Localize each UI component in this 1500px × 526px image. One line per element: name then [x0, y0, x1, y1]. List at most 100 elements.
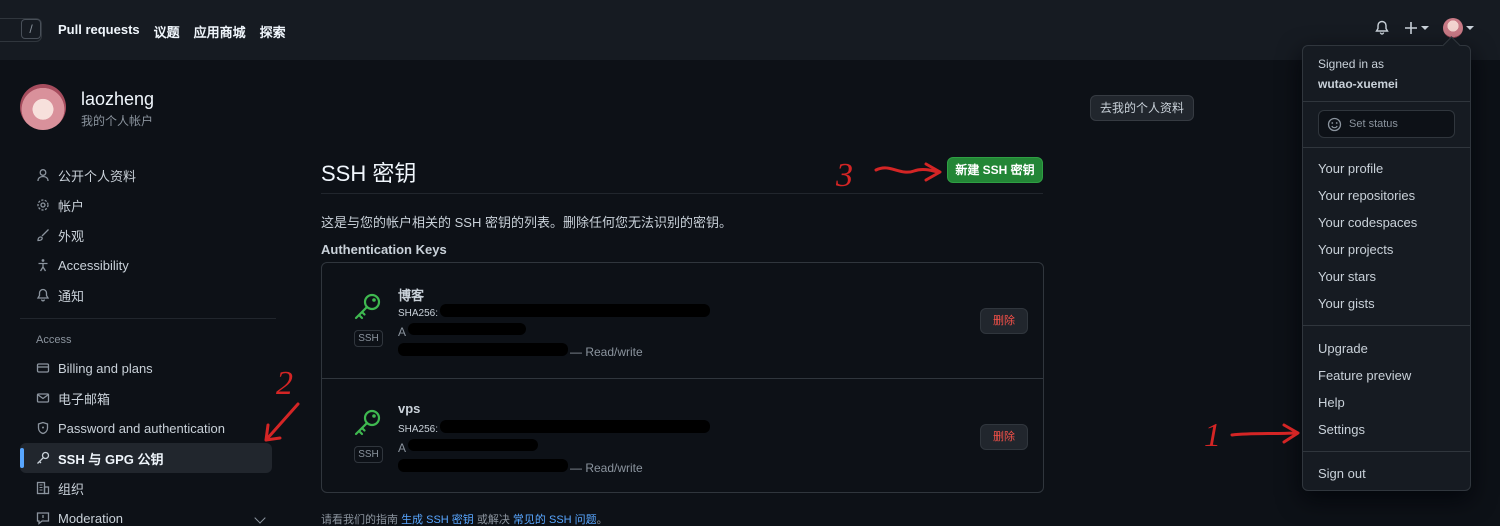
key-added-date: A — [398, 325, 407, 339]
annotation-number-2: 2 — [276, 365, 293, 402]
signed-in-username: wutao-xuemei — [1318, 77, 1399, 91]
key-icon — [37, 451, 50, 464]
smiley-icon — [1327, 117, 1342, 132]
avatar — [1443, 18, 1463, 38]
key-title: vps — [398, 401, 421, 416]
profile-name: laozheng — [81, 89, 155, 109]
redaction — [408, 323, 526, 335]
title-divider — [321, 193, 1043, 194]
profile-avatar — [20, 84, 66, 130]
redaction — [408, 439, 538, 451]
key-access: — Read/write — [570, 345, 643, 359]
person-icon — [37, 169, 49, 182]
credit-card-icon — [36, 363, 50, 373]
settings-sidebar: 公开个人资料 帐户 外观 Accessibility 通知 Access Bil… — [20, 160, 276, 526]
sidebar-item-label: Moderation — [58, 510, 124, 526]
ssh-label: SSH — [354, 330, 383, 347]
sidebar-item-organizations[interactable]: 组织 — [20, 473, 272, 503]
ssh-troubleshooting-link[interactable]: 常见的 SSH 问题 — [513, 514, 597, 526]
section-heading: Authentication Keys — [321, 242, 447, 257]
nav-issues[interactable]: 议题 — [154, 22, 180, 41]
report-icon — [36, 512, 50, 525]
sidebar-item-label: 帐户 — [58, 198, 85, 214]
redaction — [398, 459, 568, 472]
sidebar-item-label: Accessibility — [58, 257, 129, 273]
sidebar-item-notifications[interactable]: 通知 — [20, 280, 272, 310]
guide-prefix: 请看我们的指南 — [321, 514, 402, 526]
key-fingerprint: SHA256: — [398, 308, 439, 319]
menu-settings[interactable]: Settings — [1318, 422, 1365, 437]
sidebar-item-account[interactable]: 帐户 — [20, 190, 272, 220]
profile-subtitle: 我的个人帐户 — [81, 114, 154, 128]
nav-explore[interactable]: 探索 — [260, 22, 286, 41]
key-access: — Read/write — [570, 461, 643, 475]
menu-your-gists[interactable]: Your gists — [1318, 296, 1375, 311]
key-title: 博客 — [398, 288, 425, 303]
menu-your-projects[interactable]: Your projects — [1318, 242, 1393, 257]
menu-divider — [1303, 147, 1470, 148]
menu-divider — [1303, 325, 1470, 326]
sidebar-divider — [20, 318, 276, 319]
sidebar-item-moderation[interactable]: Moderation — [20, 503, 272, 526]
delete-key-button[interactable]: 删除 — [980, 308, 1028, 334]
new-ssh-key-button[interactable]: 新建 SSH 密钥 — [947, 157, 1043, 183]
slash-shortcut-key: / — [21, 19, 41, 39]
menu-divider — [1303, 101, 1470, 102]
annotation-arrow-1 — [1230, 423, 1300, 444]
key-added-date: A — [398, 441, 407, 455]
menu-divider — [1303, 451, 1470, 452]
sidebar-item-label: SSH 与 GPG 公钥 — [58, 451, 164, 467]
key-icon — [354, 409, 381, 436]
create-new-menu[interactable] — [1404, 21, 1429, 35]
chevron-down-icon — [1466, 26, 1474, 30]
accessibility-icon — [38, 259, 48, 272]
key-fingerprint: SHA256: — [398, 424, 439, 435]
sidebar-item-password-authentication[interactable]: Password and authentication — [20, 413, 272, 443]
list-item: SSH 博客 SHA256: A — Read/write 删除 — [322, 263, 1043, 378]
menu-your-profile[interactable]: Your profile — [1318, 161, 1383, 176]
ssh-label: SSH — [354, 446, 383, 463]
sidebar-item-label: 电子邮箱 — [58, 391, 111, 407]
signed-in-label: Signed in as — [1318, 57, 1385, 71]
user-menu-toggle[interactable] — [1443, 18, 1474, 38]
go-to-profile-button[interactable]: 去我的个人资料 — [1090, 95, 1194, 121]
page-title: SSH 密钥 — [321, 161, 417, 186]
sidebar-item-accessibility[interactable]: Accessibility — [20, 250, 272, 280]
menu-help[interactable]: Help — [1318, 395, 1345, 410]
delete-key-button[interactable]: 删除 — [980, 424, 1028, 450]
sidebar-item-label: Password and authentication — [58, 420, 225, 436]
notification-bell-icon[interactable] — [1374, 20, 1390, 36]
menu-your-codespaces[interactable]: Your codespaces — [1318, 215, 1417, 230]
menu-your-repositories[interactable]: Your repositories — [1318, 188, 1415, 203]
redaction — [398, 343, 568, 356]
top-header: / Pull requests 议题 应用商城 探索 — [0, 0, 1500, 60]
menu-feature-preview[interactable]: Feature preview — [1318, 368, 1411, 383]
redaction — [440, 304, 710, 317]
sidebar-item-label: 组织 — [58, 481, 85, 497]
guide-middle: 或解决 — [473, 514, 513, 526]
menu-sign-out[interactable]: Sign out — [1318, 466, 1366, 481]
gear-icon — [37, 199, 49, 211]
nav-marketplace[interactable]: 应用商城 — [194, 22, 246, 41]
bell-icon — [36, 288, 50, 302]
annotation-number-1: 1 — [1204, 417, 1221, 454]
sidebar-item-billing[interactable]: Billing and plans — [20, 353, 272, 383]
key-icon — [354, 293, 381, 320]
sidebar-item-ssh-gpg-keys[interactable]: SSH 与 GPG 公钥 — [20, 443, 272, 473]
generate-ssh-key-link[interactable]: 生成 SSH 密钥 — [401, 514, 474, 526]
sidebar-item-appearance[interactable]: 外观 — [20, 220, 272, 250]
header-actions — [1374, 18, 1474, 38]
sidebar-item-public-profile[interactable]: 公开个人资料 — [20, 160, 272, 190]
list-item: SSH vps SHA256: A — Read/write 删除 — [322, 378, 1043, 493]
menu-upgrade[interactable]: Upgrade — [1318, 341, 1368, 356]
menu-your-stars[interactable]: Your stars — [1318, 269, 1376, 284]
redaction — [440, 420, 710, 433]
organization-icon — [36, 481, 50, 495]
annotation-arrow-3 — [874, 162, 942, 182]
chevron-down-icon — [1421, 26, 1429, 30]
nav-pull-requests[interactable]: Pull requests — [58, 22, 140, 41]
sidebar-group-heading: Access — [36, 334, 72, 346]
sidebar-item-emails[interactable]: 电子邮箱 — [20, 383, 272, 413]
set-status-button[interactable]: Set status — [1318, 110, 1455, 138]
user-dropdown-menu: Signed in as wutao-xuemei Set status You… — [1302, 45, 1471, 491]
